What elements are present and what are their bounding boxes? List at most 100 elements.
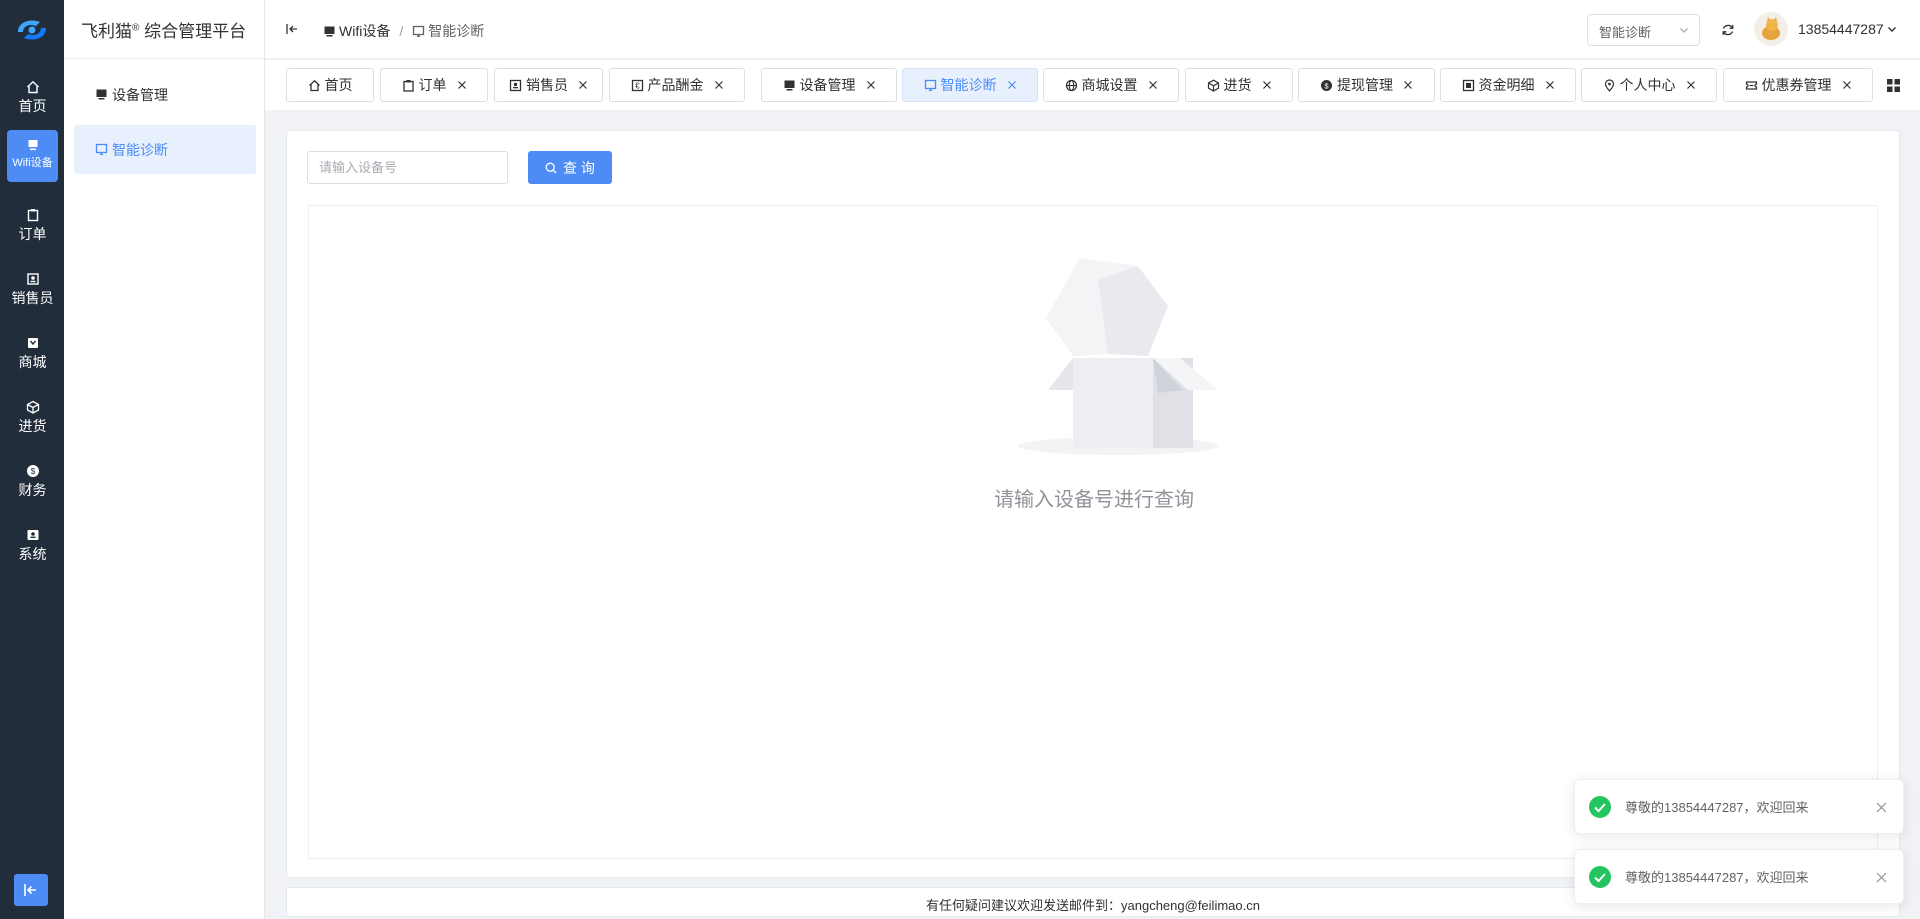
avatar[interactable] xyxy=(1754,12,1788,46)
query-button-label: 查 询 xyxy=(563,159,595,176)
monitor-icon xyxy=(28,140,37,151)
tab-home[interactable]: 首页 xyxy=(286,68,374,102)
refresh-icon[interactable] xyxy=(1721,23,1735,37)
tab-withdraw-management[interactable]: $ 提现管理 xyxy=(1298,68,1435,102)
close-icon[interactable] xyxy=(1876,802,1887,813)
cube-icon xyxy=(26,400,39,414)
shop-icon xyxy=(27,338,38,348)
rail-item-label: 系统 xyxy=(18,546,47,562)
sidebar-item-smart-diagnosis[interactable]: 智能诊断 xyxy=(74,125,256,174)
euro-icon: € xyxy=(631,79,643,91)
result-panel: 请输入设备号进行查询 xyxy=(308,205,1878,859)
tab-label: 智能诊断 xyxy=(940,77,997,93)
menu-search-select[interactable]: 智能诊断 xyxy=(1587,14,1700,46)
tab-personal-center[interactable]: 个人中心 xyxy=(1581,68,1717,102)
tab-product-commission[interactable]: € 产品酬金 xyxy=(609,68,745,102)
rail-collapse-button[interactable] xyxy=(14,874,48,906)
success-check-icon xyxy=(1589,865,1611,888)
tab-fund-details[interactable]: 资金明细 xyxy=(1440,68,1576,102)
grid-menu-icon[interactable] xyxy=(1886,78,1901,93)
badge-icon xyxy=(26,273,39,285)
close-icon[interactable] xyxy=(866,80,876,90)
tab-shop-settings[interactable]: 商城设置 xyxy=(1043,68,1179,102)
rail-item-label: 销售员 xyxy=(11,290,54,306)
breadcrumb: Wifi设备 / 智能诊断 xyxy=(323,21,484,41)
rail-item-system[interactable]: 系统 xyxy=(7,520,58,572)
close-icon[interactable] xyxy=(1262,80,1272,90)
rail-item-orders[interactable]: 订单 xyxy=(7,200,58,252)
tab-label: 提现管理 xyxy=(1337,77,1393,93)
tab-label: 设备管理 xyxy=(799,77,856,93)
tab-orders[interactable]: 订单 xyxy=(380,68,488,102)
user-menu[interactable]: 13854447287 xyxy=(1798,21,1897,37)
tab-label: 个人中心 xyxy=(1619,77,1676,93)
tab-label: 商城设置 xyxy=(1081,77,1138,93)
tab-label: 首页 xyxy=(324,77,353,93)
rail-item-home[interactable]: 首页 xyxy=(7,72,58,124)
monitor-icon xyxy=(784,80,794,90)
notification: 尊敬的13854447287，欢迎回来 xyxy=(1574,779,1904,834)
rail-item-finance[interactable]: $ 财务 xyxy=(7,456,58,508)
screen-icon xyxy=(924,79,936,91)
coin-icon: $ xyxy=(26,465,39,477)
brand-suffix: 综合管理平台 xyxy=(139,22,247,41)
close-icon[interactable] xyxy=(1876,872,1887,883)
badge-icon xyxy=(509,79,522,91)
rail-item-label: 财务 xyxy=(18,482,47,498)
sidebar-item-device-management[interactable]: 设备管理 xyxy=(74,70,256,119)
breadcrumb-item: 智能诊断 xyxy=(428,23,485,39)
close-icon[interactable] xyxy=(1545,80,1555,90)
tab-label: 销售员 xyxy=(526,77,568,93)
close-icon[interactable] xyxy=(1686,80,1696,90)
rail-item-sales[interactable]: 销售员 xyxy=(7,264,58,316)
empty-state-text: 请输入设备号进行查询 xyxy=(994,489,1194,511)
brand-title: 飞利猫® 综合管理平台 xyxy=(64,0,264,59)
rail-item-purchase[interactable]: 进货 xyxy=(7,392,58,444)
search-icon xyxy=(545,162,557,173)
rail-item-label: 订单 xyxy=(18,226,47,242)
device-number-input[interactable] xyxy=(307,151,508,184)
close-icon[interactable] xyxy=(457,80,467,90)
logo-icon xyxy=(18,20,46,40)
close-icon[interactable] xyxy=(1842,80,1852,90)
tab-coupon-management[interactable]: 优惠券管理 xyxy=(1723,68,1873,102)
tab-device-management[interactable]: 设备管理 xyxy=(761,68,897,102)
ticket-icon xyxy=(1745,80,1757,90)
notification: 尊敬的13854447287，欢迎回来 xyxy=(1574,849,1904,904)
monitor-icon xyxy=(324,26,335,36)
chevron-down-icon xyxy=(1887,27,1896,32)
main-content: 查 询 请输入设备号进行查询 xyxy=(286,130,1900,878)
svg-text:€: € xyxy=(635,81,640,90)
tab-label: 订单 xyxy=(418,77,447,93)
tabs-bar: 首页 订单 销售员 € 产品酬金 设备管理 智能诊断 商城设置 进货 $ 提现管… xyxy=(265,60,1920,110)
collapse-left-icon xyxy=(24,884,36,896)
tab-purchase[interactable]: 进货 xyxy=(1185,68,1293,102)
select-value: 智能诊断 xyxy=(1599,25,1652,40)
close-icon[interactable] xyxy=(1007,80,1017,90)
close-icon[interactable] xyxy=(1148,80,1158,90)
top-header: Wifi设备 / 智能诊断 智能诊断 13854447287 xyxy=(265,0,1920,59)
notification-text: 尊敬的13854447287，欢迎回来 xyxy=(1625,870,1809,885)
rail-item-label: 首页 xyxy=(18,98,47,114)
clipboard-icon xyxy=(27,209,38,222)
tab-label: 产品酬金 xyxy=(647,77,704,93)
home-icon xyxy=(26,80,39,94)
tab-label: 进货 xyxy=(1223,77,1252,93)
query-button[interactable]: 查 询 xyxy=(528,151,612,184)
cube-icon xyxy=(1207,79,1219,92)
brand-name: 飞利猫 xyxy=(81,22,132,41)
tab-smart-diagnosis[interactable]: 智能诊断 xyxy=(902,68,1038,102)
collapse-sidebar-icon[interactable] xyxy=(285,22,299,36)
system-icon xyxy=(27,530,38,540)
breadcrumb-item[interactable]: Wifi设备 xyxy=(339,21,390,41)
globe-icon xyxy=(1065,79,1077,91)
tab-sales[interactable]: 销售员 xyxy=(494,68,603,102)
rail-item-wifi-device[interactable]: Wifi设备 xyxy=(7,130,58,182)
cat-avatar-icon xyxy=(1762,17,1780,40)
close-icon[interactable] xyxy=(1403,80,1413,90)
sidebar-item-label: 设备管理 xyxy=(112,86,168,103)
rail-item-shop[interactable]: 商城 xyxy=(7,328,58,380)
close-icon[interactable] xyxy=(714,80,724,90)
close-icon[interactable] xyxy=(578,80,588,90)
username: 13854447287 xyxy=(1798,21,1884,37)
